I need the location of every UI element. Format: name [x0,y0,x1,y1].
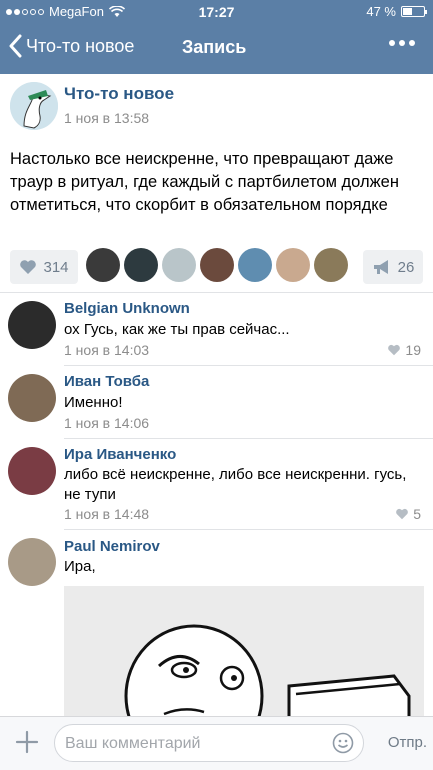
comment-like-count: 19 [405,342,421,358]
more-dots-icon[interactable] [389,40,415,46]
share-count: 26 [397,258,415,276]
battery-percent: 47 % [366,4,396,19]
liker-avatar[interactable] [200,248,234,282]
heart-icon [396,508,409,520]
liker-avatar[interactable] [314,248,348,282]
top-bar: MegaFon 17:27 47 % Что-то новое Запись [0,0,433,74]
back-button[interactable]: Что-то новое [8,34,134,58]
liker-avatar[interactable] [162,248,196,282]
post-text: Настолько все неискренне, что превращают… [10,150,399,214]
comment-date: 1 ноя в 14:48 [64,506,150,522]
commenter-name[interactable]: Ира Иванченко [64,446,176,463]
liker-avatar[interactable] [86,248,120,282]
commenter-avatar[interactable] [8,374,56,422]
like-count: 314 [43,258,69,276]
community-avatar[interactable] [10,82,58,130]
post-date: 1 ноя в 13:58 [64,110,150,126]
battery-status: 47 % [366,4,427,19]
status-bar: MegaFon 17:27 47 % [0,0,433,22]
comment-text: либо всё неискренне, либо все неискренни… [64,466,407,503]
comment-like-count: 5 [413,506,421,522]
emoji-icon[interactable] [332,732,354,754]
comment-text: Ира, [64,558,96,575]
likers-avatars[interactable] [86,248,348,282]
plus-icon[interactable] [14,729,40,755]
comment-date: 1 ноя в 14:06 [64,415,150,431]
heart-icon [388,344,401,356]
page-title: Запись [182,37,247,57]
heart-icon [20,260,37,274]
comment-like-button[interactable]: 19 [387,342,421,358]
commenter-name[interactable]: Paul Nemirov [64,538,160,555]
post-author[interactable]: Что-то новое [64,84,174,104]
divider [64,529,433,530]
liker-avatar[interactable] [276,248,310,282]
comment-date: 1 ноя в 14:03 [64,342,150,358]
chevron-left-icon [9,34,22,58]
divider [64,438,433,439]
commenter-avatar[interactable] [8,301,56,349]
comment-input[interactable]: Ваш комментарий [54,724,364,762]
commenter-name[interactable]: Иван Товба [64,373,149,390]
commenter-name[interactable]: Belgian Unknown [64,300,190,317]
comment-text: Именно! [64,394,123,411]
divider [0,292,433,293]
battery-icon [401,6,427,17]
comment-composer: Ваш комментарий Отпр. [0,716,433,770]
commenter-avatar[interactable] [8,447,56,495]
comment-attachment-image[interactable] [64,586,424,726]
goose-icon [10,82,58,130]
liker-avatar[interactable] [238,248,272,282]
nav-bar: Что-то новое Запись [0,28,433,68]
megaphone-icon [373,260,388,274]
meme-face-image [64,586,424,726]
liker-avatar[interactable] [124,248,158,282]
like-button[interactable]: 314 [10,250,78,284]
commenter-avatar[interactable] [8,538,56,586]
comment-text: ох Гусь, как же ты прав сейчас... [64,321,290,338]
divider [64,365,433,366]
post-actions: 314 26 [0,244,433,290]
back-label: Что-то новое [26,35,135,56]
share-button[interactable]: 26 [363,250,423,284]
send-button[interactable]: Отпр. [388,734,427,751]
comment-like-button[interactable]: 5 [395,506,421,522]
